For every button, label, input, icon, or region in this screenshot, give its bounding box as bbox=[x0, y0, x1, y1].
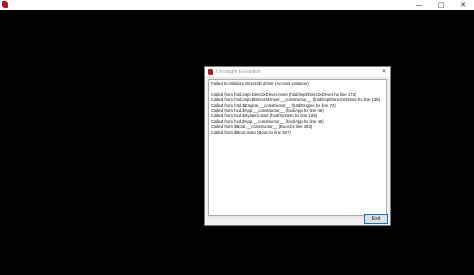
exit-button[interactable]: Exit bbox=[364, 214, 388, 224]
maximize-button[interactable]: □ bbox=[430, 0, 452, 10]
app-titlebar: — □ ✕ bbox=[0, 0, 474, 10]
dialog-close-button[interactable]: ✕ bbox=[380, 67, 388, 77]
minimize-button[interactable]: — bbox=[408, 0, 430, 10]
stack-trace-line: Called from h3d.impl.$DirectXDriver.__co… bbox=[211, 97, 381, 103]
stack-trace-line: Called from $Boot.main (Boot.hx line 357… bbox=[211, 129, 291, 135]
close-button[interactable]: ✕ bbox=[452, 0, 474, 10]
dialog-title: Uncaught Exception bbox=[216, 69, 261, 75]
app-icon bbox=[2, 1, 8, 8]
exception-dialog: Uncaught Exception ✕ Failed to initializ… bbox=[204, 66, 391, 226]
horizontal-scrollbar[interactable] bbox=[208, 216, 387, 219]
dialog-titlebar: Uncaught Exception ✕ bbox=[205, 67, 390, 78]
dialog-app-icon bbox=[208, 69, 213, 75]
error-text-area[interactable]: Failed to initialize Direct3D driver (Ac… bbox=[208, 79, 387, 216]
